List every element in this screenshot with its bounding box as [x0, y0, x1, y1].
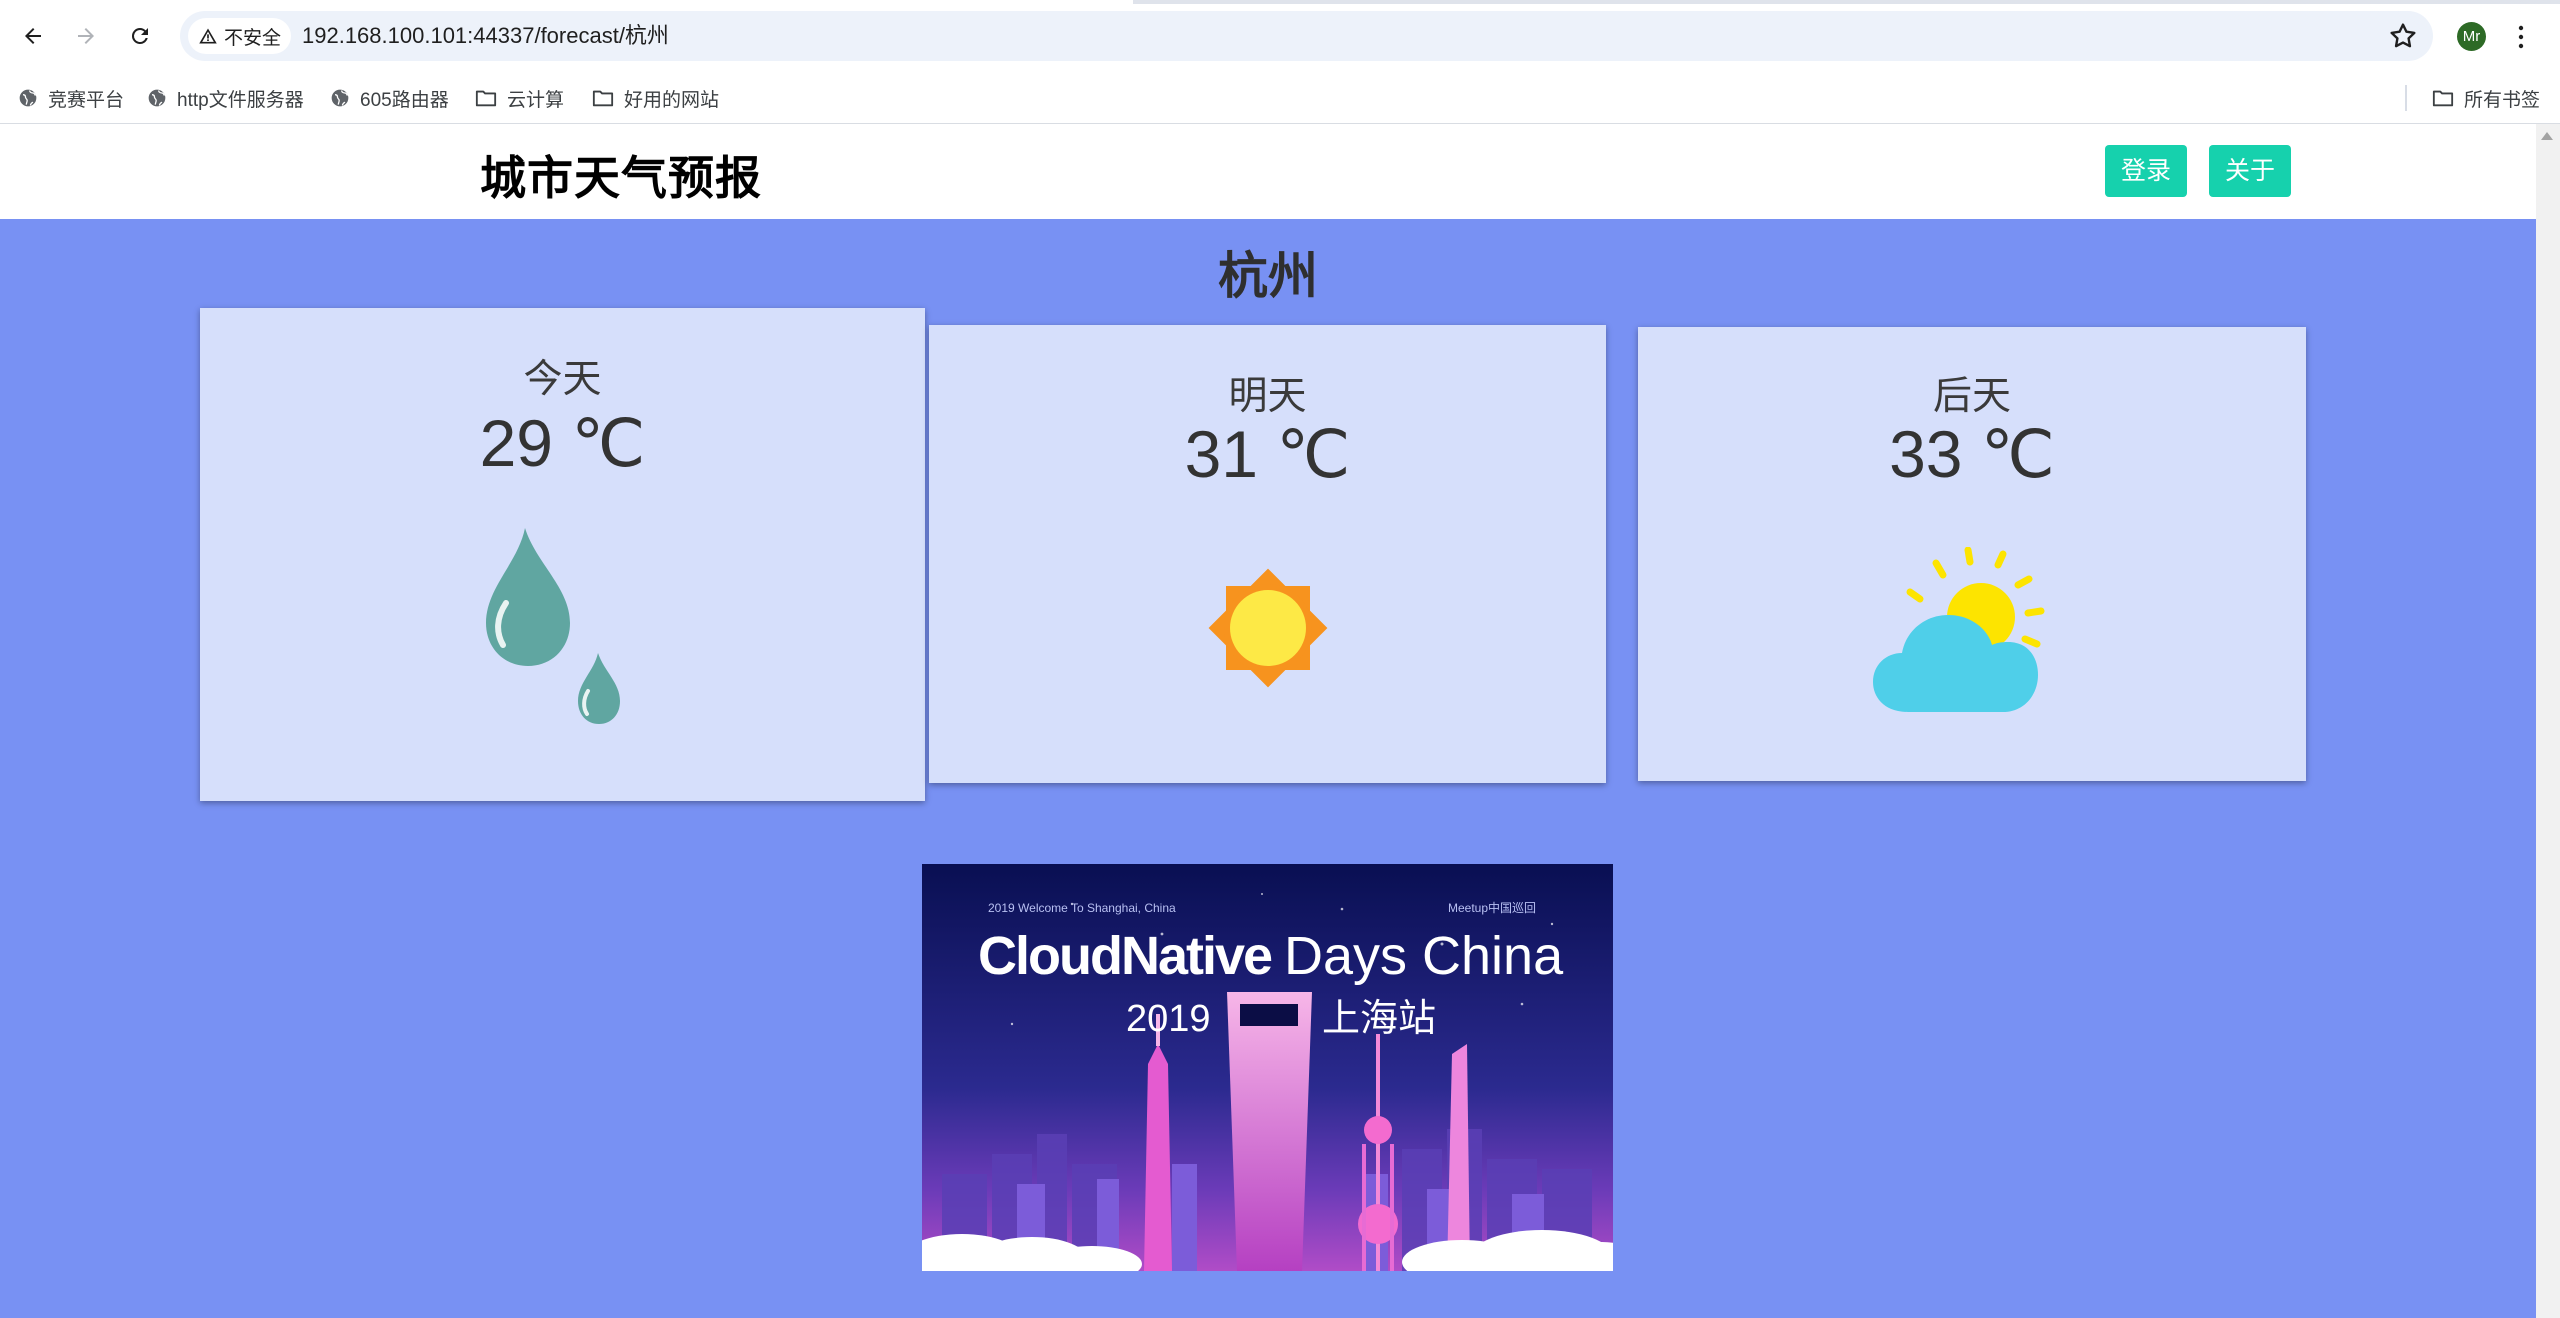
warning-icon	[199, 28, 217, 44]
folder-icon	[475, 90, 497, 107]
bookmark-label: 好用的网站	[624, 89, 720, 111]
forecast-temp: 29 ℃	[479, 406, 646, 480]
about-button[interactable]: 关于	[2209, 145, 2292, 197]
scroll-up-arrow-icon[interactable]	[2541, 132, 2553, 140]
rain-drops-icon	[486, 528, 620, 724]
forecast-day: 后天	[1932, 375, 2011, 418]
reload-icon	[131, 27, 148, 44]
bookmark-item[interactable]: 605路由器	[330, 73, 449, 123]
security-label: 不安全	[224, 27, 282, 49]
bookmark-label: http文件服务器	[177, 89, 304, 111]
profile-initials: Mr	[2462, 28, 2481, 45]
banner-station: 上海站	[1322, 998, 1436, 1040]
bookmarks-separator	[2405, 85, 2407, 111]
arrow-left-icon	[25, 28, 41, 44]
folder-icon	[2432, 90, 2454, 107]
site-header: 城市天气预报 登录 关于	[0, 124, 2536, 219]
all-bookmarks[interactable]: 所有书签	[2432, 73, 2540, 123]
address-bar[interactable]: 不安全 192.168.100.101:44337/forecast/杭州	[180, 11, 2433, 61]
bookmark-label: 竞赛平台	[48, 89, 125, 111]
forecast-temp: 31 ℃	[1184, 417, 1351, 491]
page-scrollbar[interactable]	[2536, 124, 2560, 1318]
bookmark-star-icon[interactable]	[2387, 20, 2419, 52]
security-chip[interactable]: 不安全	[188, 18, 292, 54]
forward-button[interactable]	[68, 18, 104, 54]
bookmark-label: 云计算	[507, 89, 565, 111]
all-bookmarks-label: 所有书签	[2464, 89, 2541, 111]
bookmark-item[interactable]: 竞赛平台	[18, 73, 124, 123]
tab-strip-edge	[0, 0, 2560, 4]
forecast-card-tomorrow: 明天 31 ℃	[929, 325, 1606, 783]
bookmarks-bar: 竞赛平台 http文件服务器 605路由器 云计算 好用的网站 所有书签	[0, 73, 2560, 124]
partly-cloudy-icon	[1873, 547, 2045, 712]
bookmark-item[interactable]: 云计算	[475, 73, 564, 123]
forecast-temp: 33 ℃	[1889, 417, 2055, 491]
reload-button[interactable]	[122, 18, 158, 54]
profile-avatar[interactable]: Mr	[2457, 22, 2486, 51]
globe-icon	[331, 89, 349, 107]
globe-icon	[148, 89, 166, 107]
forecast-day: 明天	[1228, 375, 1307, 418]
back-button[interactable]	[15, 18, 51, 54]
sun-icon	[1208, 568, 1328, 688]
more-menu-icon[interactable]	[2513, 22, 2529, 52]
forecast-card-day-after: 后天 33 ℃	[1638, 327, 2306, 781]
forecast-card-today: 今天 29 ℃	[200, 308, 925, 801]
folder-icon	[592, 90, 614, 107]
banner-brand-bold: CloudNative	[978, 926, 1272, 986]
site-title: 城市天气预报	[480, 152, 762, 204]
login-button[interactable]: 登录	[2105, 145, 2188, 197]
globe-icon	[19, 89, 37, 107]
arrow-right-icon	[78, 28, 94, 44]
bookmark-item[interactable]: http文件服务器	[147, 73, 304, 123]
city-title: 杭州	[1218, 248, 1318, 304]
banner-tagline-right: Meetup中国巡回	[1448, 900, 1536, 915]
cloudnative-days-banner: 2019 Welcome To Shanghai, China Meetup中国…	[922, 864, 1613, 1271]
banner-illustration: 2019 Welcome To Shanghai, China Meetup中国…	[922, 864, 1613, 1271]
url-text[interactable]: 192.168.100.101:44337/forecast/杭州	[302, 11, 669, 61]
forecast-day: 今天	[523, 358, 602, 401]
banner-year: 2019	[1126, 998, 1211, 1040]
browser-toolbar: 不安全 192.168.100.101:44337/forecast/杭州 Mr	[0, 0, 2560, 73]
banner-brand-light: Days China	[1284, 926, 1564, 986]
page-viewport: 城市天气预报 登录 关于 杭州 今天 29 ℃ 明天 31 ℃ 后天 33 ℃	[0, 124, 2536, 1318]
bookmark-label: 605路由器	[360, 89, 449, 111]
bookmark-item[interactable]: 好用的网站	[592, 73, 719, 123]
banner-tagline-left: 2019 Welcome To Shanghai, China	[988, 901, 1176, 915]
